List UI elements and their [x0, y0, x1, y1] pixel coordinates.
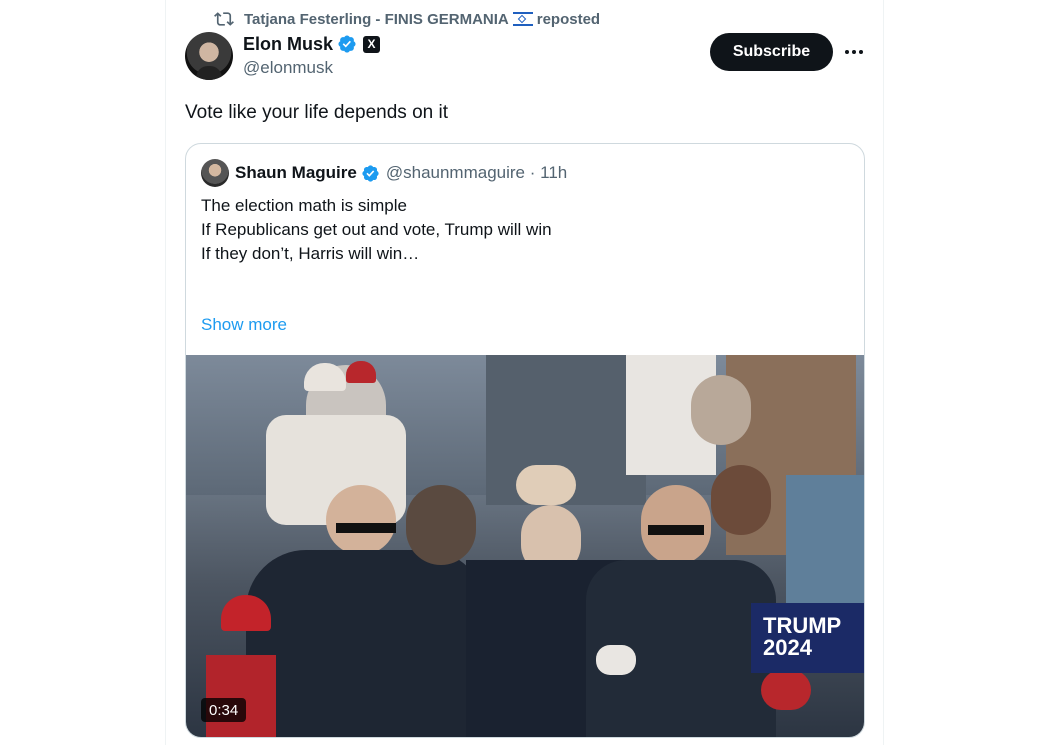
repost-icon [214, 9, 234, 29]
more-icon[interactable] [842, 40, 866, 64]
repost-indicator[interactable]: Tatjana Festerling - FINIS GERMANIA repo… [214, 9, 600, 29]
quote-text: The election math is simple If Republica… [201, 194, 552, 266]
author-handle[interactable]: @elonmusk [243, 58, 333, 78]
repost-user-name[interactable]: Tatjana Festerling - FINIS GERMANIA [244, 11, 509, 28]
subscribe-button[interactable]: Subscribe [710, 33, 833, 71]
video-player[interactable]: TRUMP 2024 0:34 [186, 355, 864, 737]
quote-header: Shaun Maguire @shaunmmaguire · 11h [201, 159, 567, 187]
tweet-text: Vote like your life depends on it [185, 102, 449, 123]
trump-2024-sign: TRUMP 2024 [751, 603, 864, 673]
author-name[interactable]: Elon Musk [243, 34, 333, 55]
quote-line: If Republicans get out and vote, Trump w… [201, 220, 552, 239]
quote-author-handle-time[interactable]: @shaunmmaguire · 11h [386, 163, 567, 183]
verified-icon[interactable] [361, 164, 380, 183]
verified-icon[interactable] [337, 34, 357, 54]
quote-author-name[interactable]: Shaun Maguire [235, 163, 357, 183]
quote-line: The election math is simple [201, 196, 407, 215]
timeline-column: Tatjana Festerling - FINIS GERMANIA repo… [165, 0, 884, 745]
author-avatar[interactable] [185, 32, 233, 80]
quote-author-avatar[interactable] [201, 159, 229, 187]
x-affiliate-badge[interactable]: X [363, 35, 381, 53]
repost-label: reposted [536, 10, 601, 28]
show-more-link[interactable]: Show more [201, 315, 287, 335]
author-name-row: Elon Musk X [243, 33, 381, 55]
quoted-tweet[interactable]: Shaun Maguire @shaunmmaguire · 11h The e… [185, 143, 865, 738]
israel-flag-icon [512, 12, 533, 26]
video-duration-badge: 0:34 [201, 698, 247, 722]
quote-line: If they don’t, Harris will win… [201, 244, 420, 263]
